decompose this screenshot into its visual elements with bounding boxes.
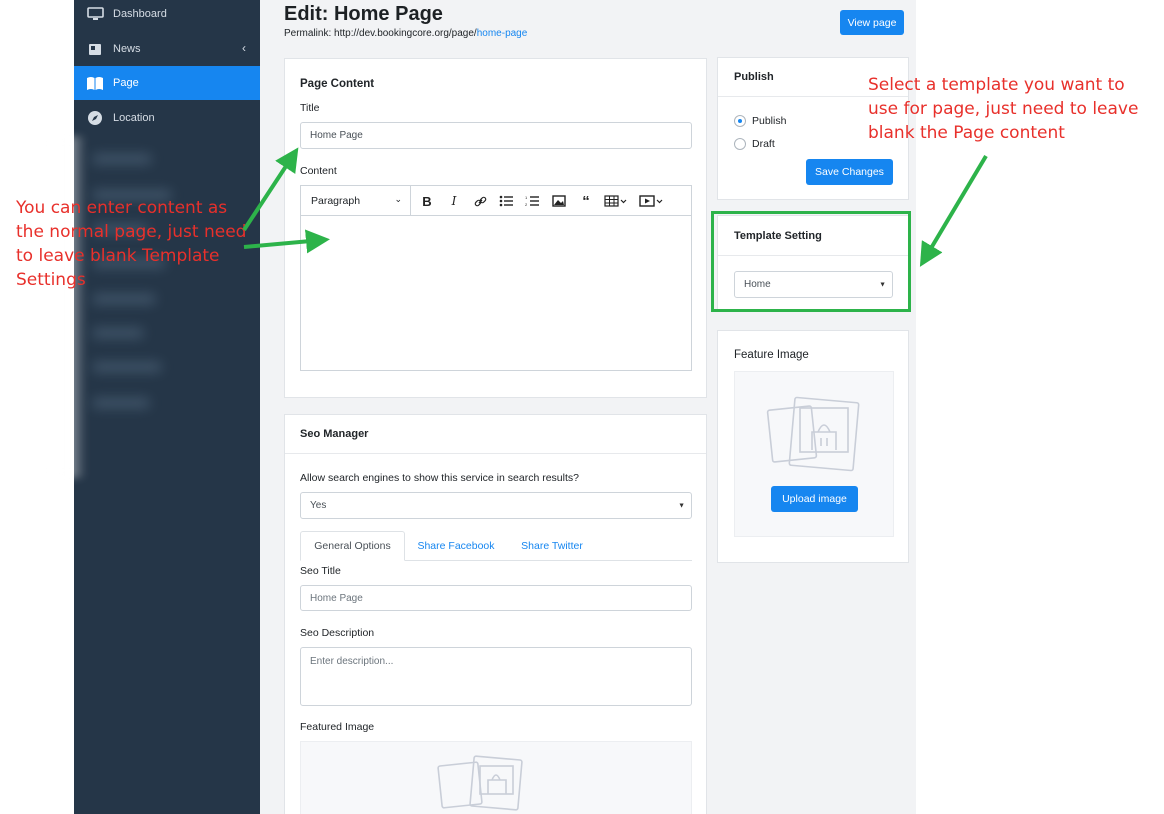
annotation-arrows <box>242 147 988 267</box>
arrow-to-content <box>243 229 330 254</box>
arrow-to-title <box>242 147 299 232</box>
screenshot-stage: { "sidebar": { "items": [ {"label": "Das… <box>0 0 1164 814</box>
arrow-to-template <box>919 154 988 267</box>
